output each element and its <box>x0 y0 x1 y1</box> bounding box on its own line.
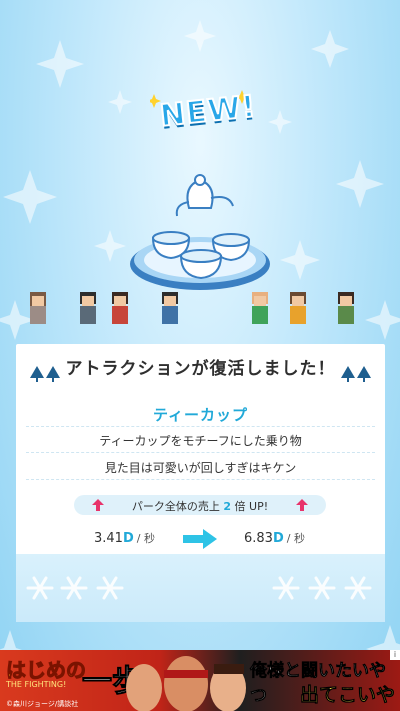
ad-headline-2: 出てこいや <box>300 684 396 707</box>
boost-suffix: 倍 UP! <box>234 500 269 513</box>
attraction-revived-panel: アトラクションが復活しました！ ティーカップ ティーカップをモチーフにした乗り物… <box>16 344 385 622</box>
snowflake-decoration <box>16 554 385 622</box>
rate-before: 3.41D / 秒 <box>94 530 155 546</box>
boost-prefix: パーク全体の売上 <box>131 500 220 513</box>
rate-after-unit: D <box>272 531 284 546</box>
description-line: ティーカップをモチーフにした乗り物 <box>99 434 302 448</box>
ad-banner[interactable]: はじめの 一歩 THE FIGHTING! ©森川ジョージ/講談社 俺様と闘いた… <box>0 650 400 711</box>
ad-copyright: ©森川ジョージ/講談社 <box>6 700 79 708</box>
divider <box>26 452 375 453</box>
sales-boost-text: パーク全体の売上 2 倍 UP! <box>74 498 326 514</box>
rate-after-per: / 秒 <box>286 532 305 545</box>
divider <box>26 426 375 427</box>
visitor-crowd <box>30 292 354 324</box>
ad-character-art <box>126 656 246 711</box>
rate-after: 6.83D / 秒 <box>244 530 305 546</box>
sales-boost-bar: パーク全体の売上 2 倍 UP! <box>74 495 326 515</box>
description-line: 見た目は可愛いが回しすぎはキケン <box>104 461 297 475</box>
tree-icon <box>341 366 355 382</box>
rate-before-value: 3.41 <box>94 531 123 546</box>
right-arrow-icon <box>183 529 217 549</box>
divider <box>26 479 375 480</box>
ad-logo: はじめの <box>6 658 87 683</box>
info-icon[interactable]: i <box>390 650 400 660</box>
rate-before-unit: D <box>122 531 134 546</box>
rate-before-per: / 秒 <box>136 532 155 545</box>
rate-after-value: 6.83 <box>244 531 273 546</box>
tree-icon <box>357 366 371 382</box>
boost-multiplier: 2 <box>223 500 232 513</box>
income-rate-row: 3.41D / 秒 6.83D / 秒 <box>16 527 385 551</box>
ad-subtitle: THE FIGHTING! <box>6 680 67 689</box>
panel-header: アトラクションが復活しました！ <box>16 344 385 388</box>
teacup-attraction-image <box>130 174 270 290</box>
panel-title: アトラクションが復活しました！ <box>65 359 336 379</box>
attraction-name: ティーカップ <box>152 406 249 424</box>
up-arrow-icon <box>296 499 308 511</box>
